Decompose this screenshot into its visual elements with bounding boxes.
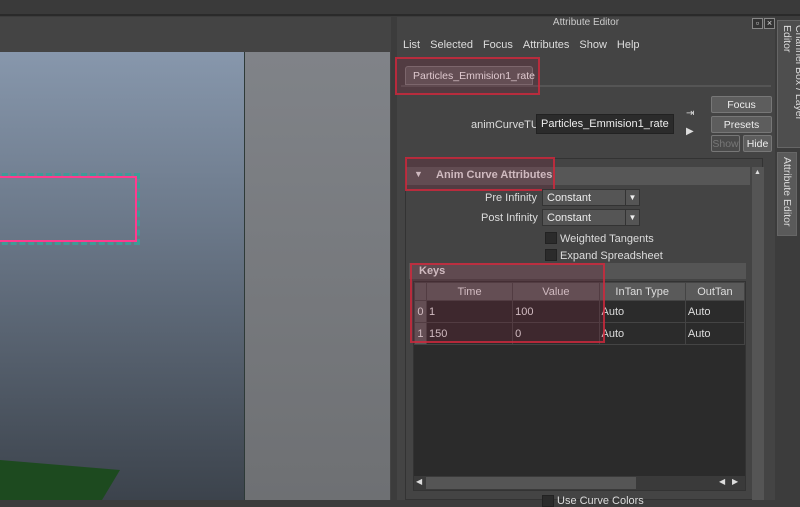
post-infinity-value: Constant [547, 212, 592, 224]
chevron-down-icon: ▼ [625, 190, 639, 205]
column-header[interactable]: InTan Type [598, 282, 686, 301]
viewport-side-area [245, 52, 390, 500]
menu-attributes[interactable]: Attributes [523, 39, 569, 51]
menu-list[interactable]: List [403, 39, 420, 51]
attribute-editor: Attribute Editor ▫ × List Selected Focus… [395, 17, 775, 507]
vertical-scrollbar[interactable]: ▲ [752, 167, 764, 500]
float-icon[interactable]: ▫ [752, 18, 763, 29]
go-to-input-icon[interactable]: ⇥ [686, 108, 694, 119]
pre-infinity-label: Pre Infinity [485, 192, 537, 204]
go-to-output-icon[interactable]: ▶ [686, 126, 694, 137]
weighted-tangents-checkbox[interactable] [545, 232, 557, 244]
highlight-box [395, 57, 540, 95]
scroll-left-icon[interactable]: ◀ [416, 477, 422, 486]
expand-spreadsheet-checkbox[interactable] [545, 249, 557, 261]
post-infinity-label: Post Infinity [481, 212, 538, 224]
cell[interactable]: Auto [598, 300, 686, 323]
ground-plane[interactable] [0, 460, 120, 500]
chevron-down-icon: ▼ [625, 210, 639, 225]
use-curve-colors-checkbox[interactable] [542, 495, 554, 507]
column-header[interactable]: OutTan [684, 282, 745, 301]
menu-help[interactable]: Help [617, 39, 640, 51]
highlight-box [405, 157, 555, 191]
focus-button[interactable]: Focus [711, 96, 772, 113]
tab-attribute-editor[interactable]: Attribute Editor [777, 152, 797, 236]
expand-spreadsheet-label: Expand Spreadsheet [560, 250, 663, 262]
show-button[interactable]: Show [711, 135, 740, 152]
hide-button[interactable]: Hide [743, 135, 772, 152]
3d-viewport[interactable] [0, 52, 245, 500]
node-name-field[interactable]: Particles_Emmision1_rate [536, 114, 674, 134]
presets-button[interactable]: Presets [711, 116, 772, 133]
scroll-left-icon[interactable]: ◀ [719, 477, 725, 486]
top-bar [0, 0, 800, 16]
selected-object-outline[interactable] [0, 173, 140, 245]
menu-focus[interactable]: Focus [483, 39, 513, 51]
menu-selected[interactable]: Selected [430, 39, 473, 51]
menu-show[interactable]: Show [579, 39, 607, 51]
window-title: Attribute Editor [552, 17, 620, 28]
scroll-right-icon[interactable]: ▶ [732, 477, 738, 486]
scroll-up-icon[interactable]: ▲ [754, 169, 761, 176]
use-curve-colors-label: Use Curve Colors [557, 495, 644, 507]
post-infinity-dropdown[interactable]: Constant ▼ [542, 209, 640, 226]
scrollbar-thumb[interactable] [426, 477, 636, 489]
highlight-box [410, 263, 605, 343]
close-icon[interactable]: × [764, 18, 775, 29]
weighted-tangents-label: Weighted Tangents [560, 233, 654, 245]
pre-infinity-dropdown[interactable]: Constant ▼ [542, 189, 640, 206]
cell[interactable]: Auto [684, 322, 745, 345]
pre-infinity-value: Constant [547, 192, 592, 204]
cell[interactable]: Auto [684, 300, 745, 323]
tab-channel-box[interactable]: Channel Box / Layer Editor [777, 20, 800, 148]
node-label: animCurveTU: [471, 119, 542, 131]
cell[interactable]: Auto [598, 322, 686, 345]
menu-bar: List Selected Focus Attributes Show Help [403, 39, 640, 51]
horizontal-scrollbar[interactable]: ◀ ◀ ▶ [414, 476, 745, 490]
